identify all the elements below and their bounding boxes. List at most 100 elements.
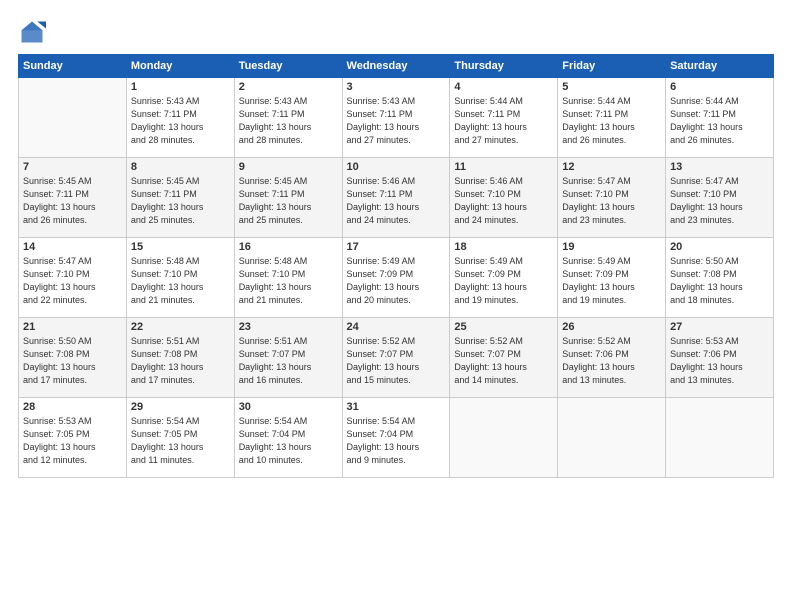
calendar-day-cell: 3 Sunrise: 5:43 AMSunset: 7:11 PMDaylight… (342, 78, 450, 158)
col-header-sunday: Sunday (19, 55, 127, 78)
day-number: 22 (131, 321, 230, 333)
logo-icon (18, 18, 46, 46)
day-number: 14 (23, 241, 122, 253)
calendar-day-cell (558, 398, 666, 478)
calendar-day-cell: 4Sunrise: 5:44 AMSunset: 7:11 PMDaylight… (450, 78, 558, 158)
calendar-day-cell: 30Sunrise: 5:54 AMSunset: 7:04 PMDayligh… (234, 398, 342, 478)
day-number: 31 (347, 401, 446, 413)
calendar-week-row: 21 Sunrise: 5:50 AMSunset: 7:08 PMDayligh… (19, 318, 774, 398)
day-info: Sunrise: 5:47 AMSunset: 7:10 PMDaylight:… (23, 255, 122, 307)
day-number: 21 (23, 321, 122, 333)
calendar-day-cell: 9 Sunrise: 5:45 AMSunset: 7:11 PMDaylight… (234, 158, 342, 238)
day-info: Sunrise: 5:53 AMSunset: 7:05 PMDaylight:… (23, 415, 122, 467)
calendar-day-cell: 24 Sunrise: 5:52 AMSunset: 7:07 PMDayligh… (342, 318, 450, 398)
day-info: Sunrise: 5:47 AMSunset: 7:10 PMDaylight:… (670, 175, 769, 227)
day-info: Sunrise: 5:50 AMSunset: 7:08 PMDaylight:… (670, 255, 769, 307)
day-info: Sunrise: 5:52 AMSunset: 7:07 PMDaylight:… (454, 335, 553, 387)
calendar-day-cell: 17 Sunrise: 5:49 AMSunset: 7:09 PMDayligh… (342, 238, 450, 318)
day-number: 9 (239, 161, 338, 173)
col-header-thursday: Thursday (450, 55, 558, 78)
day-number: 17 (347, 241, 446, 253)
day-number: 1 (131, 81, 230, 93)
day-number: 7 (23, 161, 122, 173)
calendar-day-cell: 27 Sunrise: 5:53 AMSunset: 7:06 PMDayligh… (666, 318, 774, 398)
calendar-week-row: 14 Sunrise: 5:47 AMSunset: 7:10 PMDayligh… (19, 238, 774, 318)
day-info: Sunrise: 5:49 AMSunset: 7:09 PMDaylight:… (562, 255, 661, 307)
calendar-day-cell (19, 78, 127, 158)
day-info: Sunrise: 5:49 AMSunset: 7:09 PMDaylight:… (454, 255, 553, 307)
calendar-day-cell: 15 Sunrise: 5:48 AMSunset: 7:10 PMDayligh… (126, 238, 234, 318)
calendar-day-cell: 11 Sunrise: 5:46 AMSunset: 7:10 PMDayligh… (450, 158, 558, 238)
calendar-day-cell: 22 Sunrise: 5:51 AMSunset: 7:08 PMDayligh… (126, 318, 234, 398)
day-number: 16 (239, 241, 338, 253)
calendar-day-cell: 19Sunrise: 5:49 AMSunset: 7:09 PMDayligh… (558, 238, 666, 318)
day-number: 5 (562, 81, 661, 93)
day-info: Sunrise: 5:52 AMSunset: 7:06 PMDaylight:… (562, 335, 661, 387)
day-number: 8 (131, 161, 230, 173)
calendar-day-cell (666, 398, 774, 478)
day-number: 24 (347, 321, 446, 333)
day-number: 26 (562, 321, 661, 333)
day-info: Sunrise: 5:53 AMSunset: 7:06 PMDaylight:… (670, 335, 769, 387)
day-info: Sunrise: 5:51 AMSunset: 7:07 PMDaylight:… (239, 335, 338, 387)
day-number: 11 (454, 161, 553, 173)
day-info: Sunrise: 5:44 AMSunset: 7:11 PMDaylight:… (670, 95, 769, 147)
col-header-monday: Monday (126, 55, 234, 78)
day-info: Sunrise: 5:43 AMSunset: 7:11 PMDaylight:… (347, 95, 446, 147)
day-number: 4 (454, 81, 553, 93)
day-number: 15 (131, 241, 230, 253)
page-header (18, 18, 774, 46)
day-info: Sunrise: 5:45 AMSunset: 7:11 PMDaylight:… (239, 175, 338, 227)
calendar-day-cell: 21 Sunrise: 5:50 AMSunset: 7:08 PMDayligh… (19, 318, 127, 398)
day-info: Sunrise: 5:54 AMSunset: 7:05 PMDaylight:… (131, 415, 230, 467)
day-number: 13 (670, 161, 769, 173)
day-info: Sunrise: 5:54 AMSunset: 7:04 PMDaylight:… (239, 415, 338, 467)
day-info: Sunrise: 5:45 AMSunset: 7:11 PMDaylight:… (23, 175, 122, 227)
col-header-wednesday: Wednesday (342, 55, 450, 78)
day-number: 6 (670, 81, 769, 93)
calendar-day-cell: 12 Sunrise: 5:47 AMSunset: 7:10 PMDayligh… (558, 158, 666, 238)
logo (18, 18, 50, 46)
calendar-day-cell: 16 Sunrise: 5:48 AMSunset: 7:10 PMDayligh… (234, 238, 342, 318)
day-number: 23 (239, 321, 338, 333)
calendar-day-cell: 18 Sunrise: 5:49 AMSunset: 7:09 PMDayligh… (450, 238, 558, 318)
day-info: Sunrise: 5:54 AMSunset: 7:04 PMDaylight:… (347, 415, 446, 467)
day-number: 18 (454, 241, 553, 253)
day-info: Sunrise: 5:48 AMSunset: 7:10 PMDaylight:… (239, 255, 338, 307)
calendar-day-cell: 23 Sunrise: 5:51 AMSunset: 7:07 PMDayligh… (234, 318, 342, 398)
day-info: Sunrise: 5:49 AMSunset: 7:09 PMDaylight:… (347, 255, 446, 307)
calendar-day-cell: 25 Sunrise: 5:52 AMSunset: 7:07 PMDayligh… (450, 318, 558, 398)
col-header-tuesday: Tuesday (234, 55, 342, 78)
day-number: 2 (239, 81, 338, 93)
col-header-friday: Friday (558, 55, 666, 78)
day-info: Sunrise: 5:50 AMSunset: 7:08 PMDaylight:… (23, 335, 122, 387)
day-info: Sunrise: 5:47 AMSunset: 7:10 PMDaylight:… (562, 175, 661, 227)
day-number: 27 (670, 321, 769, 333)
calendar-day-cell: 5 Sunrise: 5:44 AMSunset: 7:11 PMDaylight… (558, 78, 666, 158)
day-number: 12 (562, 161, 661, 173)
day-info: Sunrise: 5:46 AMSunset: 7:11 PMDaylight:… (347, 175, 446, 227)
calendar-day-cell: 1 Sunrise: 5:43 AMSunset: 7:11 PMDaylight… (126, 78, 234, 158)
day-number: 10 (347, 161, 446, 173)
day-number: 25 (454, 321, 553, 333)
calendar-day-cell: 31 Sunrise: 5:54 AMSunset: 7:04 PMDayligh… (342, 398, 450, 478)
calendar-day-cell: 10 Sunrise: 5:46 AMSunset: 7:11 PMDayligh… (342, 158, 450, 238)
calendar-day-cell: 13 Sunrise: 5:47 AMSunset: 7:10 PMDayligh… (666, 158, 774, 238)
calendar-day-cell: 8 Sunrise: 5:45 AMSunset: 7:11 PMDaylight… (126, 158, 234, 238)
day-info: Sunrise: 5:43 AMSunset: 7:11 PMDaylight:… (131, 95, 230, 147)
day-info: Sunrise: 5:48 AMSunset: 7:10 PMDaylight:… (131, 255, 230, 307)
day-info: Sunrise: 5:45 AMSunset: 7:11 PMDaylight:… (131, 175, 230, 227)
day-number: 29 (131, 401, 230, 413)
day-info: Sunrise: 5:52 AMSunset: 7:07 PMDaylight:… (347, 335, 446, 387)
calendar-day-cell: 29 Sunrise: 5:54 AMSunset: 7:05 PMDayligh… (126, 398, 234, 478)
calendar-week-row: 28 Sunrise: 5:53 AMSunset: 7:05 PMDayligh… (19, 398, 774, 478)
day-info: Sunrise: 5:44 AMSunset: 7:11 PMDaylight:… (562, 95, 661, 147)
calendar-day-cell: 14 Sunrise: 5:47 AMSunset: 7:10 PMDayligh… (19, 238, 127, 318)
calendar-week-row: 1 Sunrise: 5:43 AMSunset: 7:11 PMDaylight… (19, 78, 774, 158)
day-info: Sunrise: 5:51 AMSunset: 7:08 PMDaylight:… (131, 335, 230, 387)
day-number: 3 (347, 81, 446, 93)
day-info: Sunrise: 5:46 AMSunset: 7:10 PMDaylight:… (454, 175, 553, 227)
calendar-header-row: SundayMondayTuesdayWednesdayThursdayFrid… (19, 55, 774, 78)
day-number: 28 (23, 401, 122, 413)
calendar-day-cell: 2Sunrise: 5:43 AMSunset: 7:11 PMDaylight… (234, 78, 342, 158)
